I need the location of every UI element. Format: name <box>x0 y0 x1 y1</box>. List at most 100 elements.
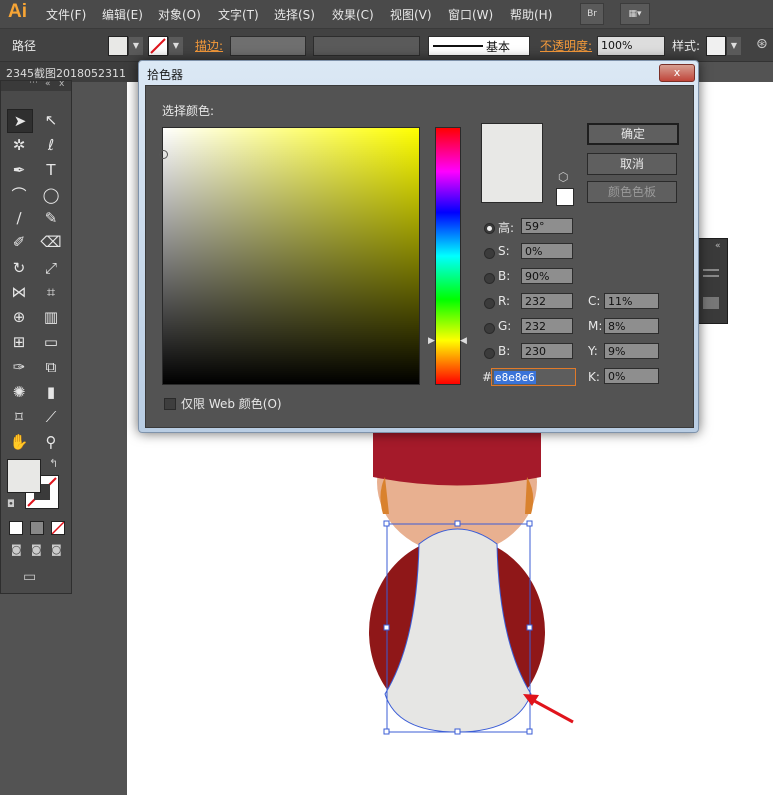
m-field[interactable]: 8% <box>604 318 659 334</box>
stroke-swatch[interactable] <box>148 36 168 56</box>
web-only-checkbox[interactable] <box>164 398 176 410</box>
y-field[interactable]: 9% <box>604 343 659 359</box>
fill-color-box[interactable] <box>7 459 41 493</box>
menu-object[interactable]: 对象(O) <box>158 6 201 23</box>
selection-handle[interactable] <box>454 728 461 735</box>
document-tab[interactable]: 2345截图2018052311 <box>6 65 126 81</box>
hue-slider-left-handle[interactable]: ▶ <box>428 336 435 346</box>
default-colors-icon[interactable]: ◘ <box>7 499 15 510</box>
menu-window[interactable]: 窗口(W) <box>448 6 493 23</box>
tools-panel-header[interactable]: ⋯ « x <box>1 78 71 91</box>
eraser-tool-icon[interactable]: ⌫ <box>39 231 63 253</box>
menu-type[interactable]: 文字(T) <box>218 6 259 23</box>
color-swatches-button[interactable]: 颜色色板 <box>587 181 677 203</box>
column-graph-tool-icon[interactable]: ▮ <box>39 381 63 403</box>
zoom-tool-icon[interactable]: ⚲ <box>39 431 63 453</box>
hand-tool-icon[interactable]: ✋ <box>7 431 31 453</box>
line-tool-icon[interactable]: ⌒ <box>7 184 31 206</box>
collapse-icon[interactable]: « <box>45 79 51 89</box>
menu-help[interactable]: 帮助(H) <box>510 6 552 23</box>
magic-wand-tool-icon[interactable]: ✲ <box>7 134 31 156</box>
character-hat[interactable] <box>373 432 541 486</box>
panel-menu-icon[interactable] <box>703 269 719 271</box>
bridge-button[interactable]: Br <box>580 3 604 25</box>
c-field[interactable]: 11% <box>604 293 659 309</box>
paintbrush-tool-icon[interactable]: ∕ <box>7 207 31 229</box>
draw-behind-icon[interactable]: ◙ <box>31 543 42 556</box>
blue-radio[interactable] <box>484 348 495 359</box>
blend-tool-icon[interactable]: ⧉ <box>39 356 63 378</box>
menu-view[interactable]: 视图(V) <box>390 6 432 23</box>
web-safe-swatch[interactable] <box>556 188 574 206</box>
hex-field[interactable]: e8e8e6 <box>491 368 576 386</box>
slice-tool-icon[interactable]: ⟋ <box>39 406 63 428</box>
width-tool-icon[interactable]: ⋈ <box>7 281 31 303</box>
selection-handle[interactable] <box>383 520 390 527</box>
color-field[interactable] <box>159 127 420 385</box>
color-field-cursor[interactable] <box>159 150 168 159</box>
variable-width-dropdown[interactable] <box>313 36 420 56</box>
stroke-style-dropdown[interactable]: 基本 <box>428 36 530 56</box>
screen-mode-icon[interactable]: ▭ <box>23 569 36 585</box>
menu-effect[interactable]: 效果(C) <box>332 6 374 23</box>
g-field[interactable]: 232 <box>521 318 573 334</box>
scale-tool-icon[interactable]: ⤢ <box>39 257 63 279</box>
color-mode-icon[interactable] <box>9 521 23 535</box>
r-radio[interactable] <box>484 298 495 309</box>
s-field[interactable]: 0% <box>521 243 573 259</box>
out-of-gamut-cube-icon[interactable]: ⬡ <box>558 170 568 184</box>
draw-inside-icon[interactable]: ◙ <box>51 543 62 556</box>
cancel-button[interactable]: 取消 <box>587 153 677 175</box>
symbol-sprayer-tool-icon[interactable]: ✺ <box>7 381 31 403</box>
hue-slider-right-handle[interactable]: ◀ <box>460 336 467 346</box>
g-radio[interactable] <box>484 323 495 334</box>
character-illustration[interactable] <box>369 410 545 732</box>
opacity-label[interactable]: 不透明度: <box>540 37 592 54</box>
opacity-field[interactable]: 100% <box>597 36 665 56</box>
menu-select[interactable]: 选择(S) <box>274 6 315 23</box>
selection-handle[interactable] <box>526 520 533 527</box>
chevron-down-icon[interactable]: ▼ <box>168 37 183 55</box>
fill-swatch[interactable] <box>108 36 128 56</box>
arrange-documents-button[interactable]: ▦▾ <box>620 3 650 25</box>
pen-tool-icon[interactable]: ✒ <box>7 159 31 181</box>
selection-handle[interactable] <box>383 728 390 735</box>
floating-panel[interactable]: « <box>696 238 728 324</box>
type-tool-icon[interactable]: T <box>39 159 63 181</box>
s-radio[interactable] <box>484 248 495 259</box>
ellipse-tool-icon[interactable]: ◯ <box>39 184 63 206</box>
gradient-tool-icon[interactable]: ▭ <box>39 331 63 353</box>
eyedropper-tool-icon[interactable]: ✑ <box>7 356 31 378</box>
collapse-icon[interactable]: « <box>715 241 721 251</box>
close-icon[interactable]: x <box>59 79 64 89</box>
blue-field[interactable]: 230 <box>521 343 573 359</box>
b-radio[interactable] <box>484 273 495 284</box>
perspective-grid-tool-icon[interactable]: ▥ <box>39 306 63 328</box>
graphic-style-swatch[interactable] <box>706 36 726 56</box>
stroke-label[interactable]: 描边: <box>195 37 223 54</box>
artboard-tool-icon[interactable]: ⌑ <box>7 406 31 428</box>
mesh-tool-icon[interactable]: ⊞ <box>7 331 31 353</box>
rotate-tool-icon[interactable]: ↻ <box>7 257 31 279</box>
menu-edit[interactable]: 编辑(E) <box>102 6 143 23</box>
stroke-weight-field[interactable] <box>230 36 306 56</box>
selection-handle[interactable] <box>454 520 461 527</box>
h-field[interactable]: 59° <box>521 218 573 234</box>
k-field[interactable]: 0% <box>604 368 659 384</box>
ok-button[interactable]: 确定 <box>587 123 679 145</box>
r-field[interactable]: 232 <box>521 293 573 309</box>
none-mode-icon[interactable] <box>51 521 65 535</box>
menu-file[interactable]: 文件(F) <box>46 6 86 23</box>
draw-normal-icon[interactable]: ◙ <box>11 543 22 556</box>
b-field[interactable]: 90% <box>521 268 573 284</box>
h-radio[interactable] <box>484 223 495 234</box>
direct-selection-tool-icon[interactable]: ↖ <box>39 109 63 131</box>
hue-slider[interactable] <box>435 127 461 385</box>
selection-handle[interactable] <box>526 728 533 735</box>
pencil-tool-icon[interactable]: ✎ <box>39 207 63 229</box>
swap-fill-stroke-icon[interactable]: ↰ <box>49 457 58 470</box>
shape-builder-tool-icon[interactable]: ⊕ <box>7 306 31 328</box>
selection-tool-icon[interactable]: ➤ <box>7 109 33 133</box>
selection-handle[interactable] <box>383 624 390 631</box>
free-transform-tool-icon[interactable]: ⌗ <box>39 281 63 303</box>
